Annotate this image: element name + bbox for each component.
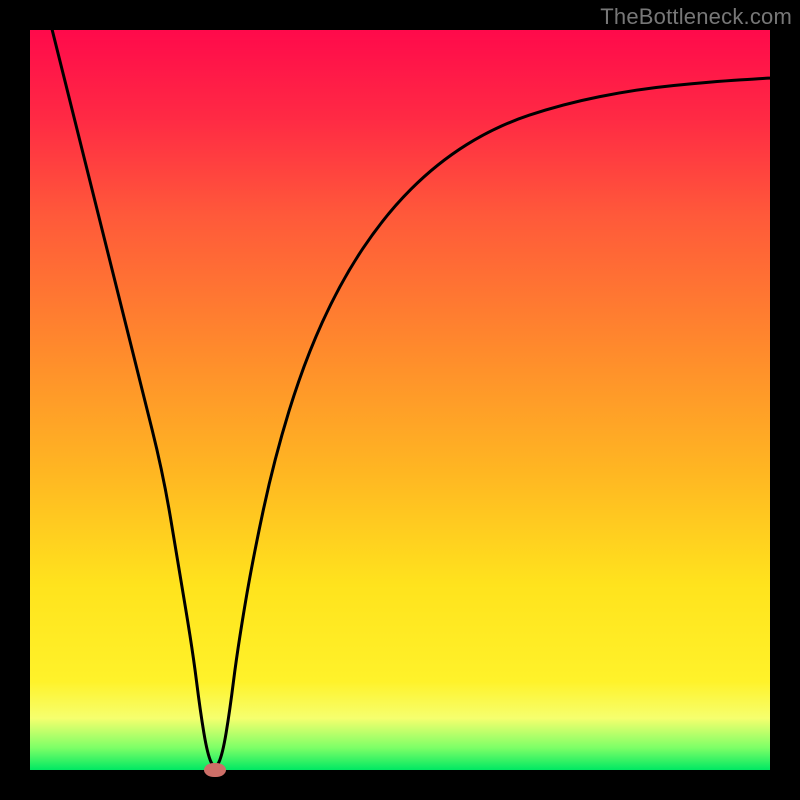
optimal-point-marker: [204, 763, 226, 777]
watermark-text: TheBottleneck.com: [600, 4, 792, 30]
plot-area: [30, 30, 770, 770]
bottleneck-curve: [30, 30, 770, 770]
chart-stage: TheBottleneck.com: [0, 0, 800, 800]
curve-path: [52, 30, 770, 766]
